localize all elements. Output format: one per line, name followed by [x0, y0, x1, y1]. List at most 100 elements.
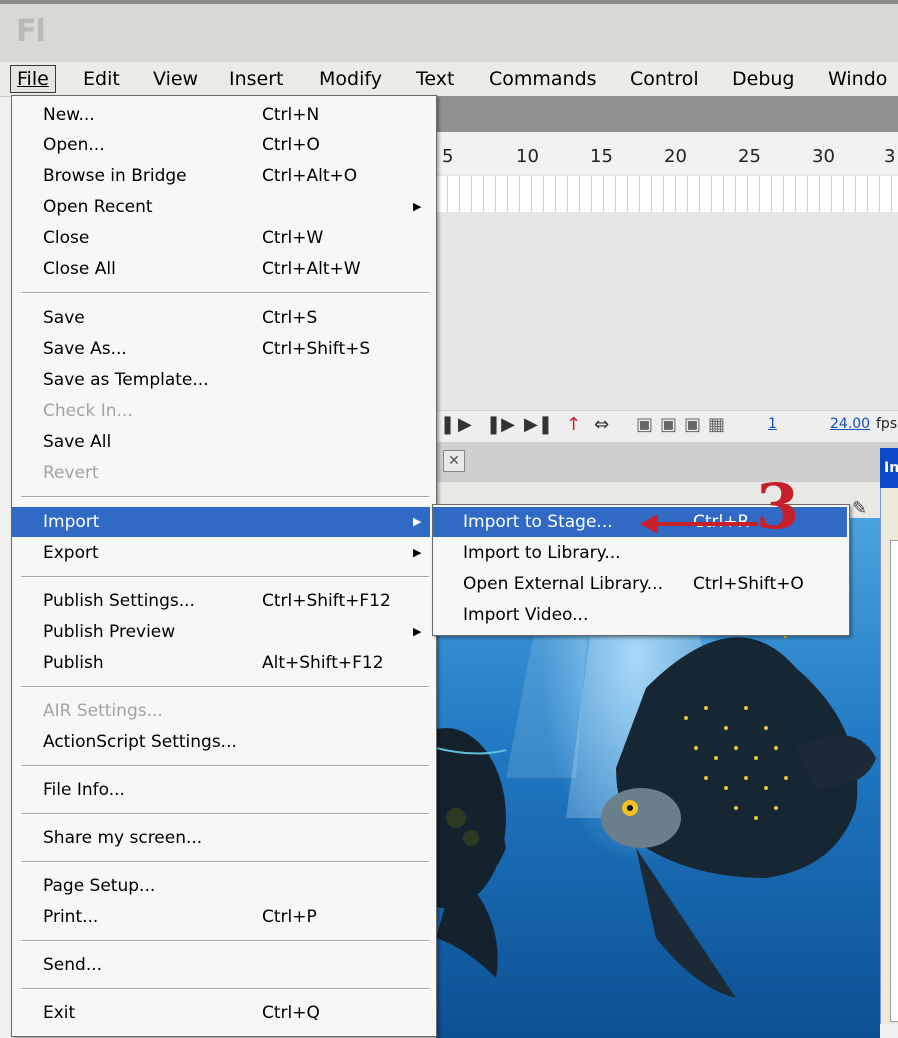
- menu-item-label: Import Video...: [463, 605, 589, 625]
- edit-multiple-icon[interactable]: ▣: [684, 414, 701, 435]
- menu-item-share-my-screen[interactable]: Share my screen...: [12, 823, 430, 853]
- title-bar: [0, 0, 898, 62]
- submenu-arrow-icon: ▶: [413, 546, 422, 559]
- menu-item-label: Revert: [43, 463, 99, 483]
- menu-item-air-settings: AIR Settings...: [12, 696, 430, 726]
- menu-window[interactable]: Windo: [822, 66, 893, 92]
- menu-item-browse-in-bridge[interactable]: Browse in Bridge Ctrl+Alt+O: [12, 161, 430, 191]
- menu-item-publish-settings[interactable]: Publish Settings... Ctrl+Shift+F12: [12, 586, 430, 616]
- menu-item-actionscript-settings[interactable]: ActionScript Settings...: [12, 727, 430, 757]
- menu-item-save-all[interactable]: Save All: [12, 427, 430, 457]
- menu-item-send[interactable]: Send...: [12, 950, 430, 980]
- menu-item-import-video[interactable]: Import Video...: [433, 600, 847, 630]
- document-tab-bar: [436, 442, 898, 482]
- menu-item-shortcut: Alt+Shift+F12: [262, 653, 384, 673]
- menu-item-publish[interactable]: Publish Alt+Shift+F12: [12, 648, 430, 678]
- timeline-body: [436, 212, 898, 410]
- menu-item-import[interactable]: Import ▶: [12, 507, 430, 537]
- menu-item-label: Import to Stage...: [463, 512, 613, 532]
- menu-item-label: File Info...: [43, 780, 125, 800]
- menu-view[interactable]: View: [147, 66, 204, 92]
- frame-rate[interactable]: 24.00: [830, 416, 870, 432]
- menu-item-label: New...: [43, 105, 95, 125]
- flash-logo: Fl: [16, 14, 46, 49]
- go-to-end-icon[interactable]: ▶❚: [524, 414, 553, 435]
- annotation-arrow-icon: [640, 514, 758, 534]
- menu-item-shortcut: Ctrl+W: [262, 228, 324, 248]
- menu-item-print[interactable]: Print... Ctrl+P: [12, 902, 430, 932]
- menu-item-publish-preview[interactable]: Publish Preview ▶: [12, 617, 430, 647]
- submenu-arrow-icon: ▶: [413, 515, 422, 528]
- menu-item-shortcut: Ctrl+O: [262, 135, 320, 155]
- menu-item-label: Send...: [43, 955, 103, 975]
- menu-item-label: Close: [43, 228, 90, 248]
- center-frame-icon[interactable]: ↑: [566, 414, 581, 435]
- menu-file[interactable]: File: [10, 65, 56, 93]
- menu-item-shortcut: Ctrl+P: [262, 907, 317, 927]
- menu-separator: [21, 988, 429, 990]
- menu-item-label: Browse in Bridge: [43, 166, 187, 186]
- menu-item-label: Import to Library...: [463, 543, 621, 563]
- menu-item-new[interactable]: New... Ctrl+N: [12, 100, 430, 130]
- menu-separator: [21, 496, 429, 498]
- menu-item-open[interactable]: Open... Ctrl+O: [12, 130, 430, 160]
- submenu-arrow-icon: ▶: [413, 200, 422, 213]
- play-icon[interactable]: ▶: [458, 414, 472, 435]
- menu-item-label: Export: [43, 543, 99, 563]
- menu-file-label: File: [17, 68, 49, 90]
- menu-item-label: Publish Settings...: [43, 591, 195, 611]
- onion-outline-icon[interactable]: ▣: [660, 414, 677, 435]
- menu-insert[interactable]: Insert: [223, 66, 290, 92]
- import-dialog-title[interactable]: In: [880, 448, 898, 488]
- menu-item-label: Check In...: [43, 401, 133, 421]
- menu-control[interactable]: Control: [624, 66, 705, 92]
- ruler-tick-label: 20: [664, 146, 687, 167]
- menu-item-shortcut: Ctrl+Alt+O: [262, 166, 358, 186]
- pencil-icon[interactable]: ✎: [852, 498, 874, 519]
- onion-skin-icon[interactable]: ▣: [636, 414, 653, 435]
- menu-separator: [21, 576, 429, 578]
- menu-text[interactable]: Text: [410, 66, 460, 92]
- menu-debug[interactable]: Debug: [726, 66, 800, 92]
- loop-icon[interactable]: ⇔: [594, 414, 609, 435]
- fps-label: fps: [876, 416, 898, 432]
- submenu-arrow-icon: ▶: [413, 625, 422, 638]
- menu-item-label: Import: [43, 512, 100, 532]
- menu-item-label: Open External Library...: [463, 574, 663, 594]
- menu-item-shortcut: Ctrl+Shift+O: [693, 574, 804, 594]
- menu-item-exit[interactable]: Exit Ctrl+Q: [12, 998, 430, 1028]
- menu-item-label: Open Recent: [43, 197, 153, 217]
- ruler-tick-label: 15: [590, 146, 613, 167]
- menu-item-label: AIR Settings...: [43, 701, 163, 721]
- menu-item-open-external-library[interactable]: Open External Library... Ctrl+Shift+O: [433, 569, 847, 599]
- menu-item-save[interactable]: Save Ctrl+S: [12, 303, 430, 333]
- menu-item-shortcut: Ctrl+N: [262, 105, 320, 125]
- menu-item-shortcut: Ctrl+Alt+W: [262, 259, 361, 279]
- menu-item-label: Print...: [43, 907, 99, 927]
- menu-item-label: Exit: [43, 1003, 76, 1023]
- pause-icon[interactable]: ❚: [440, 414, 455, 435]
- menu-item-check-in: Check In...: [12, 396, 430, 426]
- step-forward-icon[interactable]: ❚▶: [486, 414, 515, 435]
- menu-item-revert: Revert: [12, 458, 430, 488]
- menu-item-close-all[interactable]: Close All Ctrl+Alt+W: [12, 254, 430, 284]
- menu-item-label: Publish: [43, 653, 104, 673]
- menu-commands[interactable]: Commands: [483, 66, 603, 92]
- timeline-frames[interactable]: [436, 176, 898, 212]
- menu-item-save-as-template[interactable]: Save as Template...: [12, 365, 430, 395]
- close-icon[interactable]: ✕: [443, 450, 465, 472]
- menu-edit[interactable]: Edit: [77, 66, 126, 92]
- menu-item-label: Close All: [43, 259, 116, 279]
- menu-item-file-info[interactable]: File Info...: [12, 775, 430, 805]
- menu-item-save-as[interactable]: Save As... Ctrl+Shift+S: [12, 334, 430, 364]
- menu-item-label: ActionScript Settings...: [43, 732, 237, 752]
- menu-item-shortcut: Ctrl+Shift+F12: [262, 591, 391, 611]
- menu-item-open-recent[interactable]: Open Recent ▶: [12, 192, 430, 222]
- menu-item-export[interactable]: Export ▶: [12, 538, 430, 568]
- menu-item-page-setup[interactable]: Page Setup...: [12, 871, 430, 901]
- menu-item-close[interactable]: Close Ctrl+W: [12, 223, 430, 253]
- menu-modify[interactable]: Modify: [313, 66, 388, 92]
- menu-separator: [21, 861, 429, 863]
- ruler-tick-label: 5: [442, 146, 454, 167]
- onion-markers-icon[interactable]: ▦: [708, 414, 725, 435]
